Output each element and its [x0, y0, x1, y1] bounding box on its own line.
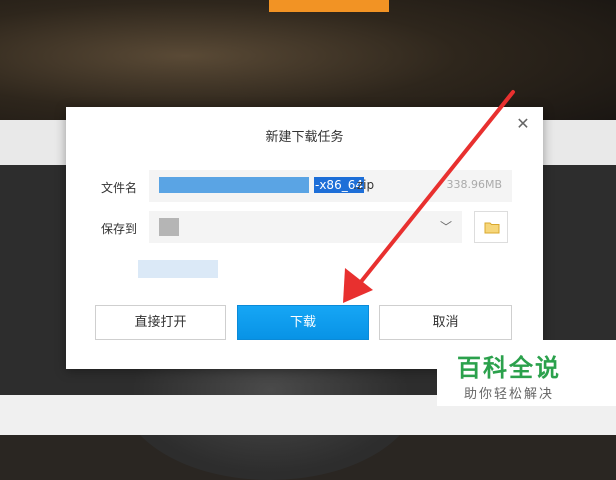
file-name-suffix: .zip: [353, 178, 375, 192]
folder-icon: [484, 222, 500, 234]
download-button[interactable]: 下载: [237, 305, 369, 340]
dialog-title: 新建下载任务: [265, 130, 344, 145]
cancel-button[interactable]: 取消: [379, 305, 512, 340]
watermark-subtitle: 助你轻松解决: [464, 387, 555, 402]
save-to-label: 保存到: [101, 222, 138, 236]
blurred-info-text: [138, 260, 218, 278]
watermark-title: 百科全说: [457, 354, 561, 382]
blurred-save-path: [159, 218, 179, 236]
file-name-label: 文件名: [101, 181, 138, 195]
file-size: 338.96MB: [446, 178, 502, 191]
save-path-select[interactable]: ﹀: [149, 211, 462, 243]
file-name-field[interactable]: -x86_64 .zip 338.96MB: [149, 170, 512, 202]
open-directly-button[interactable]: 直接打开: [95, 305, 226, 340]
background-orange-button: [269, 0, 389, 12]
chevron-down-icon[interactable]: ﹀: [440, 218, 452, 235]
browse-folder-button[interactable]: [474, 211, 508, 243]
close-icon[interactable]: ✕: [515, 116, 531, 132]
download-dialog: 新建下载任务 ✕ 文件名 -x86_64 .zip 338.96MB 保存到 ﹀…: [66, 107, 543, 369]
watermark: 百科全说 助你轻松解决: [437, 340, 616, 406]
blurred-file-name: [159, 177, 309, 193]
